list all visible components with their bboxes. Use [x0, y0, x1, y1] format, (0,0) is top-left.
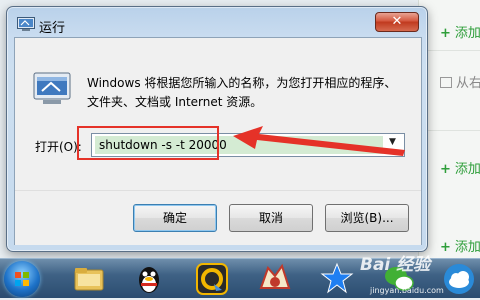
bg-add-link-2[interactable]: + 添加 — [440, 158, 480, 177]
run-app-icon — [17, 17, 35, 31]
start-button[interactable] — [4, 261, 40, 297]
bg-image-link[interactable]: 从右 — [440, 72, 480, 91]
run-icon — [33, 72, 71, 104]
bg-add-label-1: 添加 — [454, 26, 480, 41]
ok-button[interactable]: 确定 — [133, 204, 217, 232]
annotation-arrow-icon — [233, 126, 405, 156]
plus-icon: + — [440, 162, 451, 177]
close-icon: ✕ — [391, 14, 403, 29]
cloud-app-icon[interactable] — [442, 262, 476, 296]
bg-add-label-2: 添加 — [454, 162, 480, 177]
divider — [420, 130, 480, 131]
window-title: 运行 — [39, 21, 66, 36]
game-app-icon[interactable] — [258, 262, 292, 296]
qq-penguin-icon[interactable] — [132, 262, 166, 296]
windows-logo-icon — [15, 272, 29, 286]
file-explorer-icon[interactable] — [72, 262, 106, 296]
annotation-highlight-box — [77, 126, 219, 160]
browser-icon[interactable] — [195, 262, 229, 296]
bg-add-link-1[interactable]: + 添加 — [440, 22, 480, 41]
instruction-text: Windows 将根据您所输入的名称，为您打开相应的程序、文件夹、文档或 Int… — [87, 76, 397, 109]
cancel-button[interactable]: 取消 — [229, 204, 313, 232]
plus-icon: + — [440, 240, 451, 255]
watermark-url: jingyan.baidu.com — [370, 286, 444, 295]
browse-button[interactable]: 浏览(B)... — [325, 204, 409, 232]
star-app-icon[interactable] — [320, 262, 354, 296]
image-icon — [440, 77, 452, 88]
bg-add-label-3: 添加 — [454, 240, 480, 255]
title-bar[interactable]: 运行 ✕ — [7, 7, 427, 37]
baidu-watermark: Bai 经验 — [360, 255, 431, 275]
bg-image-label: 从右 — [456, 76, 480, 91]
divider — [420, 50, 480, 51]
plus-icon: + — [440, 26, 451, 41]
bg-add-link-3[interactable]: + 添加 — [440, 236, 480, 255]
close-button[interactable]: ✕ — [375, 12, 419, 32]
open-label: 打开(O): — [35, 140, 82, 154]
